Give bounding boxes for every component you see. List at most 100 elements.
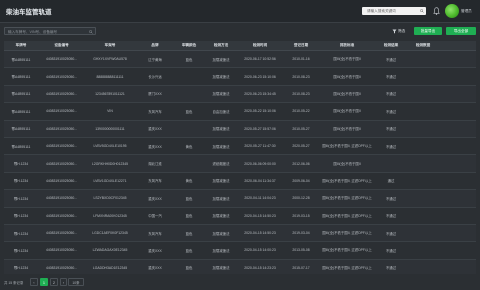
cell-time: 2020-04-15 14:50:23: [244, 213, 276, 218]
table-row[interactable]: 鄂H.1234 440831910025050... LFMXNRA00K01234…: [4, 208, 476, 225]
col-header[interactable]: 检测方法: [203, 43, 239, 48]
cell-method: 加载减速法: [212, 92, 230, 97]
col-header[interactable]: 登记日期: [281, 43, 321, 48]
col-header[interactable]: 排放标准: [321, 43, 373, 48]
cell-result: 不通过: [385, 92, 397, 97]
cell-color: 蓝色: [185, 196, 193, 201]
col-header[interactable]: 车牌号: [4, 43, 38, 48]
cell-device: 440831910025050...: [45, 109, 78, 114]
cell-method: 自由加速法: [212, 109, 230, 114]
col-header[interactable]: 检测结果: [373, 43, 409, 48]
cell-std: 国III(全)不低于国II: [333, 74, 361, 79]
table-row[interactable]: 鄂H.1234 440831910025050... LGADDH3AD1E1234…: [4, 259, 476, 274]
col-header[interactable]: 车辆颜色: [175, 43, 203, 48]
table-row[interactable]: 鄂H.1234 440831910025050... L2GRKHH0D0H0123…: [4, 155, 476, 173]
cell-vin: LVBV1GD4XLE12271: [93, 178, 127, 183]
cell-method: 加载减速法: [212, 231, 230, 236]
cell-result: 不通过: [385, 57, 397, 62]
filter-placeholder: 输入车牌号、VIN号、设备编号: [8, 30, 58, 34]
cell-reg: 2010-01-16: [292, 57, 310, 62]
cell-vin: 888888888111111: [96, 74, 124, 79]
cell-reg: 2015-07-17: [292, 265, 310, 270]
page-size-select[interactable]: 10条: [68, 278, 84, 286]
cell-method: 加载减速法: [212, 127, 230, 132]
cell-brand: 重庆XXX: [148, 127, 162, 132]
cell-method: 加载减速法: [212, 179, 230, 184]
avatar[interactable]: [445, 4, 459, 18]
user-name[interactable]: 管理员: [461, 9, 472, 14]
cell-reg: 2010-08-23: [292, 74, 310, 79]
cell-vin: LVBV5GD4XLE10195: [93, 144, 127, 149]
page-title: 柴油车监管轨道: [6, 9, 52, 16]
table-row[interactable]: 鄂A4B95111 440831910025050... 8888888881111…: [4, 68, 476, 86]
cell-brand: 东风汽车: [148, 109, 162, 114]
cell-device: 440831910025050...: [45, 74, 78, 79]
bell-icon[interactable]: [433, 7, 440, 15]
cell-reg: 2000-12-28: [292, 196, 310, 201]
page-1-button[interactable]: 1: [40, 278, 48, 286]
table-row[interactable]: 鄂A4B95111 440831910025050... GHXY1XVFW0AU5…: [4, 51, 476, 69]
cell-color: 蓝色: [185, 248, 193, 253]
table-row[interactable]: 鄂H.1234 440831910025050... LS2YBXD0CF01234…: [4, 190, 476, 208]
table-body: 鄂A4B95111 440831910025050... GHXY1XVFW0AU5…: [4, 51, 476, 274]
table-row[interactable]: 鄂A4B95111 440831910025050... 1234567891011…: [4, 85, 476, 104]
cell-device: 440831910025050...: [45, 265, 78, 270]
cell-color: 蓝色: [185, 214, 193, 219]
filter-button[interactable]: 筛选: [392, 27, 412, 35]
cell-plate: 鄂A4B95111: [11, 57, 31, 62]
cell-result: 不通过: [385, 127, 397, 132]
cell-plate: 鄂H.1234: [13, 231, 29, 236]
cell-device: 440831910025050...: [45, 126, 78, 131]
cell-std: 国III(全)不低于国II: [333, 109, 361, 114]
cell-plate: 鄂H.1234: [13, 248, 29, 253]
cell-time: 2020-06-23 15:10:06: [244, 74, 276, 79]
batch-export-button[interactable]: 批量导出: [414, 27, 442, 35]
global-search-input[interactable]: 请输入搜索关键词: [362, 7, 426, 15]
col-header[interactable]: 设备编号: [38, 43, 85, 48]
filter-input[interactable]: 输入车牌号、VIN号、设备编号: [4, 27, 96, 35]
cell-result: 不通过: [385, 266, 397, 271]
cell-time: 2020-06-23 15:34:45: [244, 91, 276, 96]
col-header[interactable]: 品牌: [135, 43, 175, 48]
cell-method: 加载减速法: [212, 75, 230, 80]
cell-result: 不通过: [385, 144, 397, 149]
cell-plate: 鄂A4B95111: [11, 144, 31, 149]
cell-vin: 1390000000001111: [95, 126, 125, 131]
cell-method: 加载减速法: [212, 248, 230, 253]
page-2-button[interactable]: 2: [50, 278, 58, 286]
export-all-button[interactable]: 导出全部: [446, 27, 476, 35]
cell-std: 国III(全)不低于国II, 过滤DPF以上: [322, 231, 372, 236]
search-icon[interactable]: [420, 9, 424, 13]
table-row[interactable]: 鄂A4B95111 440831910025050... VIN 东风汽车 蓝色 自由加速…: [4, 103, 476, 121]
cell-brand: 重庆XXX: [148, 266, 162, 271]
table-row[interactable]: 鄂A4B95111 440831910025050... LVBV5GD4XLE10…: [4, 138, 476, 156]
cell-plate: 鄂A4B95111: [11, 127, 31, 132]
table-row[interactable]: 鄂H.1234 440831910025050... LGDC1AEF0K0F123…: [4, 224, 476, 243]
cell-reg: 2010-05-22: [292, 109, 310, 114]
cell-vin: L2GRKHH0D0H012345: [92, 161, 128, 166]
col-header[interactable]: 车架号: [85, 43, 135, 48]
table-row[interactable]: 鄂H.1234 440831910025050... LVBV1GD4XLE1227…: [4, 173, 476, 191]
cell-device: 440831910025050...: [45, 196, 78, 201]
cell-time: 2020-06-04 11:34:37: [244, 178, 276, 183]
col-header[interactable]: 检测数据: [409, 43, 437, 48]
search-icon[interactable]: [89, 30, 93, 34]
prev-page-button[interactable]: ‹: [30, 278, 38, 286]
cell-vin: VIN: [107, 109, 113, 114]
cell-vin: LZWADAGAX0E12345: [92, 248, 128, 253]
next-page-button[interactable]: ›: [60, 278, 67, 286]
table-row[interactable]: 鄂H.1234 440831910025050... LZWADAGAX0E1234…: [4, 242, 476, 260]
cell-vin: LGDC1AEF0K0F12345: [92, 231, 128, 236]
cell-method: 滤纸烟度法: [212, 162, 230, 167]
cell-color: 蓝色: [185, 231, 193, 236]
cell-std: 国III(全)不低于国II, 过滤DPF以上: [322, 196, 372, 201]
cell-device: 440831910025050...: [45, 144, 78, 149]
col-header[interactable]: 检测时间: [239, 43, 281, 48]
cell-std: 国III(全)不低于国II: [333, 91, 361, 96]
cell-vin: LFMXNRA00K012345: [93, 213, 127, 218]
table-row[interactable]: 鄂A4B95111 440831910025050... 1390000000001…: [4, 120, 476, 138]
filter-icon: [392, 29, 397, 34]
cell-vin: 1234567891011121: [95, 91, 125, 96]
cell-color: 黄色: [185, 144, 193, 149]
cell-reg: 2019-03-15: [292, 213, 310, 218]
